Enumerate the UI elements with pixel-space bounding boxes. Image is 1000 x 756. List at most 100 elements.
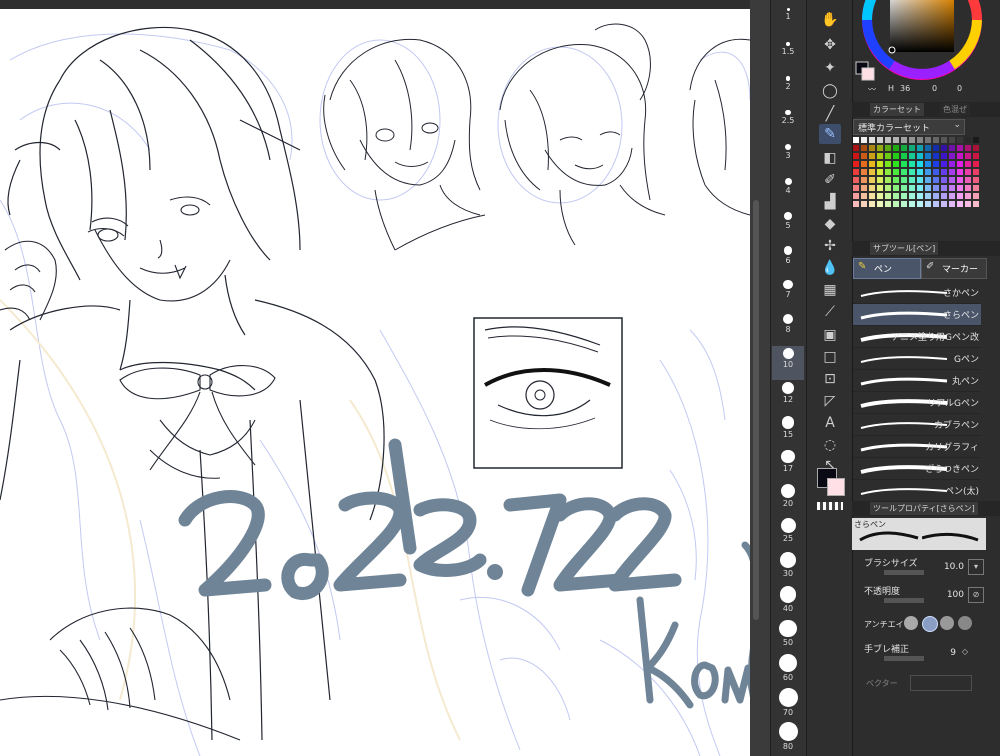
brush-size-option[interactable]: 20	[772, 482, 804, 516]
subtool-item[interactable]: ペン(太)	[853, 480, 981, 502]
color-swatch[interactable]	[925, 169, 931, 175]
color-swatch[interactable]	[933, 161, 939, 167]
color-swatch[interactable]	[949, 137, 955, 143]
subtool-group-marker[interactable]: ✐ マーカー	[921, 258, 987, 279]
subtool-item[interactable]: カブラペン	[853, 414, 981, 436]
brush-size-option[interactable]: 30	[772, 550, 804, 584]
brush-size-option[interactable]: 50	[772, 618, 804, 652]
vector-options[interactable]	[910, 675, 972, 691]
color-swatch[interactable]	[957, 201, 963, 207]
color-swatch[interactable]	[933, 145, 939, 151]
color-swatch[interactable]	[901, 145, 907, 151]
color-swatch[interactable]	[957, 153, 963, 159]
color-swatch[interactable]	[933, 153, 939, 159]
color-swatch[interactable]	[941, 153, 947, 159]
color-swatch[interactable]	[861, 145, 867, 151]
frame-icon[interactable]: ⊡	[819, 369, 841, 389]
color-swatch[interactable]	[957, 137, 963, 143]
vector-row[interactable]: ベクター	[860, 672, 988, 694]
subtool-item[interactable]: Gペン	[853, 348, 981, 370]
stabilization-value[interactable]: 9	[950, 648, 956, 658]
color-swatch[interactable]	[941, 193, 947, 199]
color-swatch[interactable]	[869, 137, 875, 143]
brush-size-option[interactable]: 15	[772, 414, 804, 448]
subtool-group-pen[interactable]: ✎ ペン	[853, 258, 921, 279]
color-swatch[interactable]	[917, 169, 923, 175]
color-swatch[interactable]	[861, 185, 867, 191]
color-swatch[interactable]	[877, 201, 883, 207]
brush-size-option[interactable]: 2.5	[772, 108, 804, 142]
color-swatch[interactable]	[933, 185, 939, 191]
magic-wand-icon[interactable]: ✦	[819, 58, 841, 78]
brush-size-option[interactable]: 6	[772, 244, 804, 278]
color-swatch[interactable]	[853, 193, 859, 199]
color-swatch[interactable]	[901, 169, 907, 175]
eraser-icon[interactable]: ◧	[819, 148, 841, 168]
color-swatch[interactable]	[869, 161, 875, 167]
gradient-icon[interactable]: ▣	[819, 325, 841, 345]
color-swatch[interactable]	[957, 193, 963, 199]
color-swatch[interactable]	[925, 193, 931, 199]
color-swatch[interactable]	[877, 177, 883, 183]
color-swatch[interactable]	[949, 145, 955, 151]
subtool-item[interactable]: 丸ペン	[853, 370, 981, 392]
brush-icon[interactable]: ✐	[819, 170, 841, 190]
color-swatch[interactable]	[861, 137, 867, 143]
color-swatch[interactable]	[909, 137, 915, 143]
color-swatch[interactable]	[909, 153, 915, 159]
correction-icon[interactable]: ◸	[819, 391, 841, 411]
brush-size-option[interactable]: 2	[772, 74, 804, 108]
color-swatch[interactable]	[909, 201, 915, 207]
color-set-dropdown[interactable]: 標準カラーセット ⌄	[853, 119, 965, 135]
ruler-icon[interactable]: ⟋	[819, 302, 841, 322]
brush-size-option[interactable]: 25	[772, 516, 804, 550]
color-swatch[interactable]	[909, 169, 915, 175]
color-swatch[interactable]	[861, 193, 867, 199]
color-swatch[interactable]	[853, 177, 859, 183]
antialias-option-1[interactable]	[904, 616, 918, 630]
color-swatch[interactable]	[917, 161, 923, 167]
brush-size-option[interactable]: 70	[772, 686, 804, 720]
color-swatch[interactable]	[949, 153, 955, 159]
color-swatch[interactable]	[957, 161, 963, 167]
color-swatch[interactable]	[949, 169, 955, 175]
color-swatch[interactable]	[893, 193, 899, 199]
color-swatch[interactable]	[885, 137, 891, 143]
color-swatch[interactable]	[861, 153, 867, 159]
color-swatch[interactable]	[869, 201, 875, 207]
brush-size-option[interactable]: 8	[772, 312, 804, 346]
color-swatch[interactable]	[909, 185, 915, 191]
color-swatch[interactable]	[973, 201, 979, 207]
color-swatch[interactable]	[901, 137, 907, 143]
opacity-toggle[interactable]: ⊘	[968, 587, 984, 603]
color-swatch[interactable]	[965, 161, 971, 167]
color-swatch[interactable]	[973, 193, 979, 199]
color-swatch[interactable]	[917, 185, 923, 191]
color-swatch[interactable]	[901, 153, 907, 159]
color-swatch[interactable]	[893, 161, 899, 167]
blend-icon[interactable]: 💧	[819, 258, 841, 278]
color-swatch[interactable]	[869, 193, 875, 199]
hand-tool-icon[interactable]: ✋	[819, 10, 841, 30]
tab-subtool-pen[interactable]: サブツール[ペン]	[870, 242, 939, 255]
color-swatch[interactable]	[925, 153, 931, 159]
color-swatch[interactable]	[901, 161, 907, 167]
color-swatch[interactable]	[861, 161, 867, 167]
brush-size-slider[interactable]	[884, 570, 924, 575]
subtool-item[interactable]: さらペン	[853, 304, 981, 326]
color-swatch[interactable]	[925, 185, 931, 191]
antialias-option-3[interactable]	[940, 616, 954, 630]
subtool-item[interactable]: ざらつきペン	[853, 458, 981, 480]
color-swatch[interactable]	[917, 145, 923, 151]
decoration-icon[interactable]: ✢	[819, 236, 841, 256]
color-swatch[interactable]	[973, 145, 979, 151]
brush-size-option[interactable]: 3	[772, 142, 804, 176]
grid-icon[interactable]: ▦	[819, 280, 841, 300]
color-swatch[interactable]	[893, 201, 899, 207]
antialias-row[interactable]: アンチエイリ	[860, 614, 988, 636]
color-swatch[interactable]	[941, 169, 947, 175]
color-swatch[interactable]	[853, 153, 859, 159]
color-swatch[interactable]	[965, 137, 971, 143]
airbrush-icon[interactable]: ▟	[819, 192, 841, 212]
color-swatch[interactable]	[901, 201, 907, 207]
